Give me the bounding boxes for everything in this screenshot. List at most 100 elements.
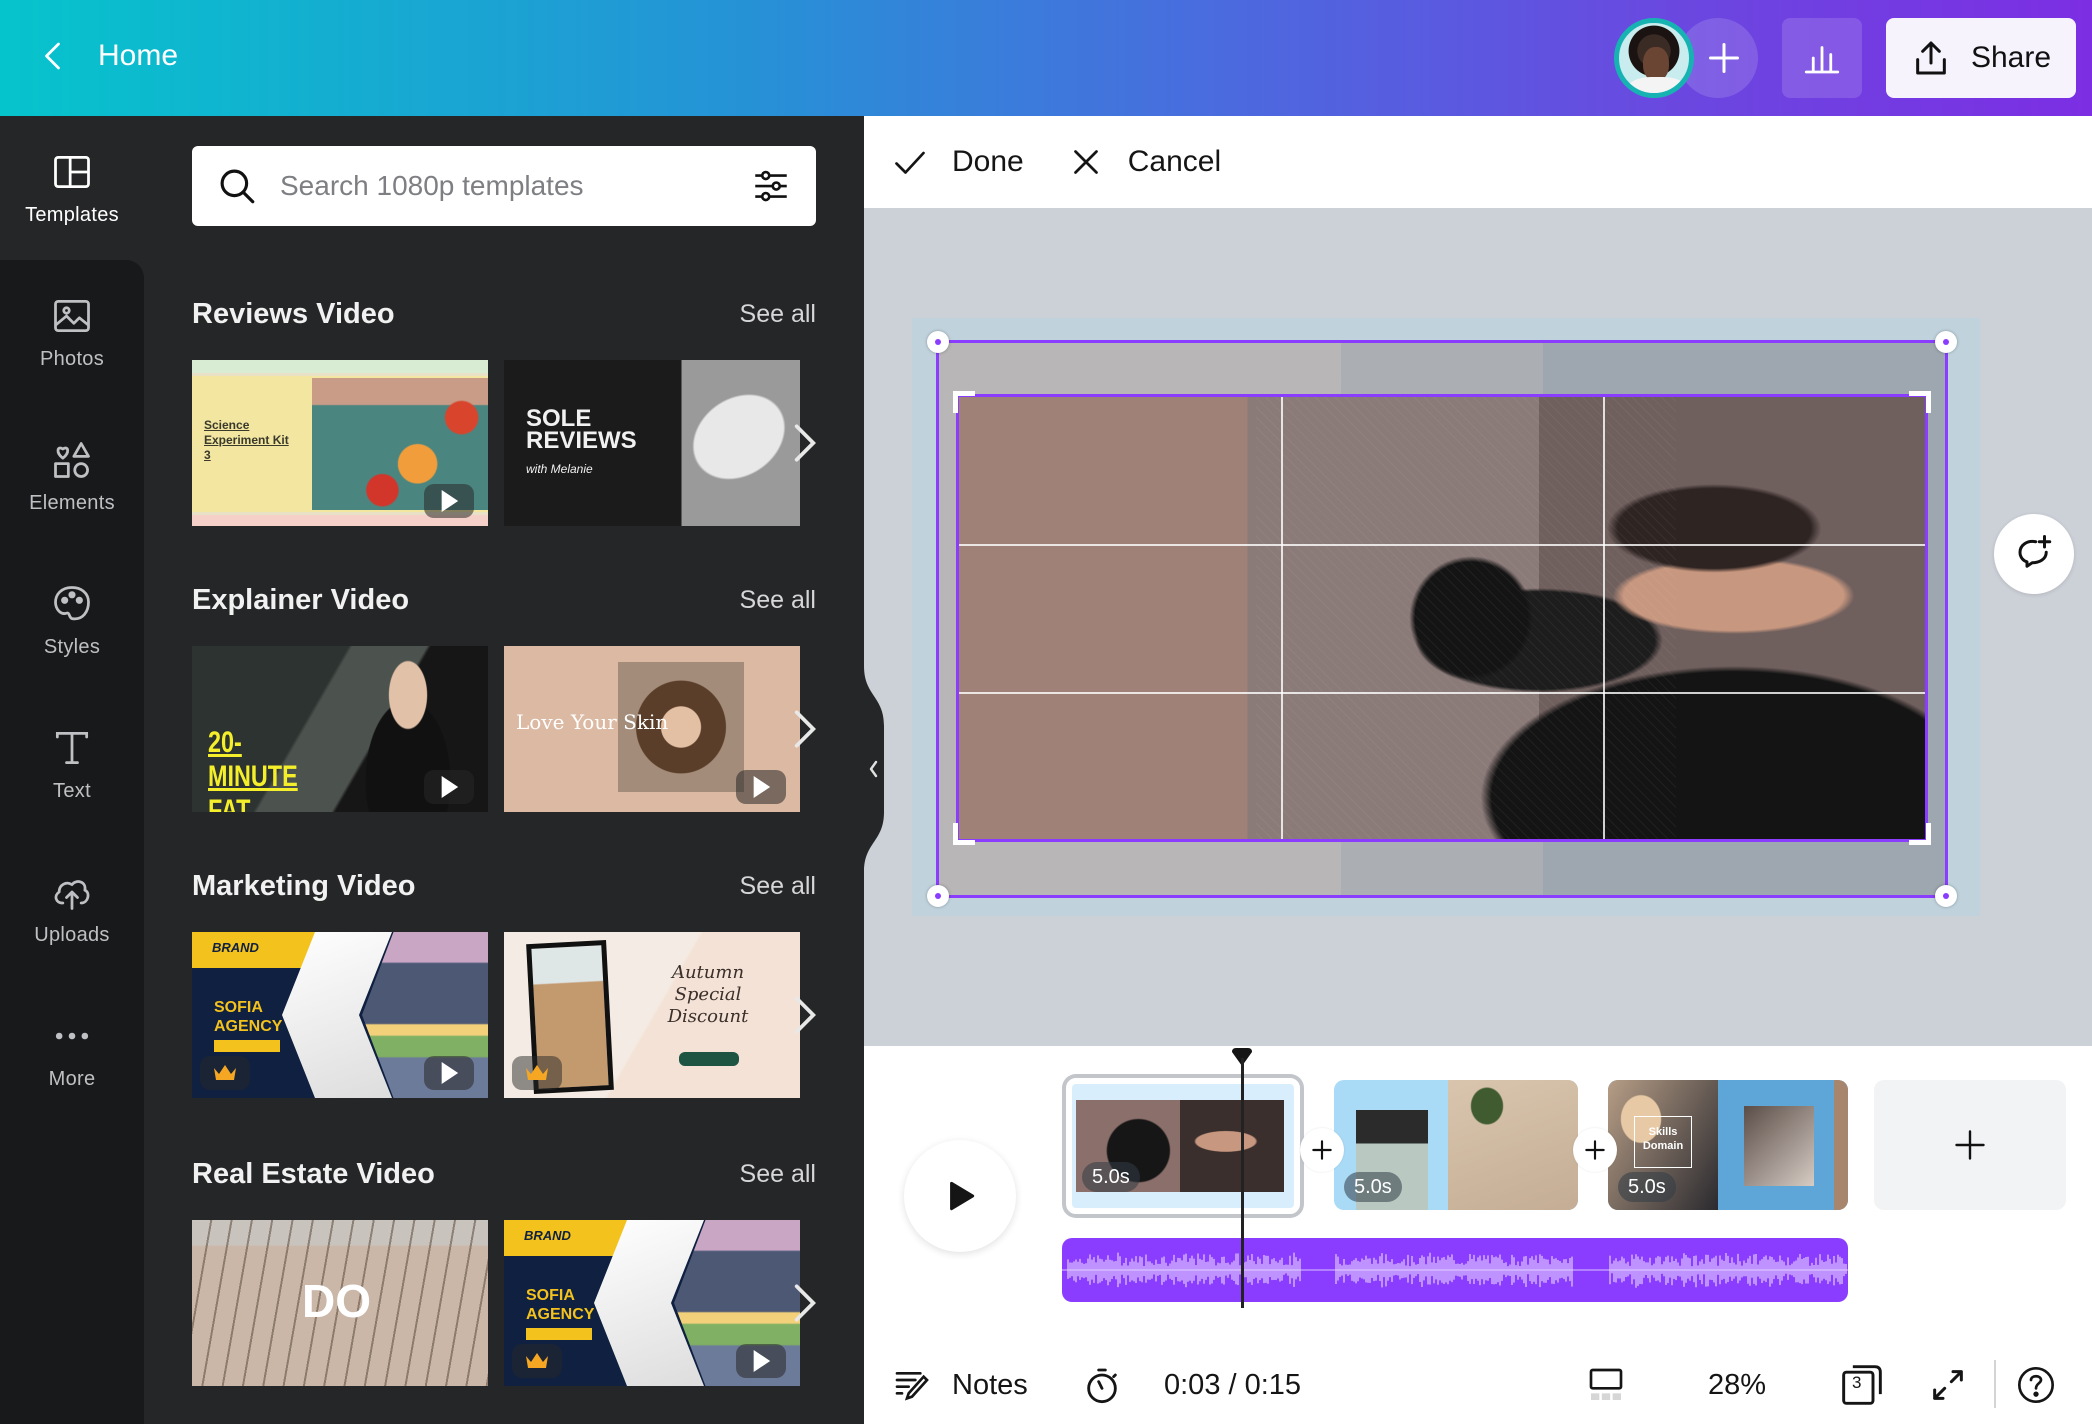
- chevron-left-icon: [45, 42, 60, 70]
- play-button[interactable]: [904, 1140, 1016, 1252]
- see-all-link[interactable]: See all: [740, 1160, 816, 1189]
- see-all-link[interactable]: See all: [740, 872, 816, 901]
- templates-panel: Reviews Video See all Science Experiment…: [144, 116, 864, 1424]
- rail-item-text[interactable]: Text: [0, 692, 144, 836]
- resize-handle-top-left[interactable]: [927, 331, 949, 353]
- template-section-reviews: Reviews Video See all Science Experiment…: [192, 290, 864, 526]
- notes-label: Notes: [952, 1368, 1028, 1401]
- timeline: 5.0s 5.0s Skills Domain 5.0s: [864, 1046, 2092, 1346]
- rail-item-more[interactable]: More: [0, 980, 144, 1124]
- thumb-title: Love Your Skin: [516, 710, 669, 734]
- template-thumbnail[interactable]: BRAND SOFIA AGENCY: [504, 1220, 800, 1386]
- rail-label: More: [48, 1067, 96, 1090]
- bar-chart-icon: [1804, 46, 1840, 74]
- rail-item-uploads[interactable]: Uploads: [0, 836, 144, 980]
- rail-item-elements[interactable]: Elements: [0, 404, 144, 548]
- playback-time: 0:03 / 0:15: [1164, 1346, 1301, 1424]
- chevron-right-icon[interactable]: [792, 418, 818, 468]
- add-transition-button[interactable]: [1573, 1128, 1617, 1172]
- thumb-title: Science Experiment Kit 3: [204, 418, 289, 462]
- help-button[interactable]: [2016, 1346, 2056, 1424]
- cloud-upload-icon: [54, 879, 90, 910]
- premium-badge: [512, 1344, 562, 1378]
- rail-label: Elements: [29, 491, 115, 514]
- audio-waveform: [1062, 1252, 1848, 1288]
- home-button[interactable]: Home: [36, 28, 178, 84]
- crop-handle-bottom-left[interactable]: [953, 823, 975, 845]
- see-all-link[interactable]: See all: [740, 300, 816, 329]
- search-input[interactable]: [280, 170, 750, 202]
- time-display: 0:03 / 0:15: [1164, 1368, 1302, 1401]
- crop-grid-line: [959, 691, 1925, 694]
- add-page-button[interactable]: [1874, 1080, 2066, 1210]
- add-transition-button[interactable]: [1300, 1128, 1344, 1172]
- stacked-pages-icon: [1842, 1365, 1882, 1405]
- chevron-right-icon[interactable]: [792, 704, 818, 754]
- collapse-panel-handle[interactable]: [864, 666, 890, 872]
- rail-item-photos[interactable]: Photos: [0, 260, 144, 404]
- crop-frame[interactable]: [953, 391, 1931, 845]
- thumb-brand: BRAND: [524, 1228, 571, 1243]
- help-question-icon: [2018, 1367, 2054, 1403]
- close-icon: [1073, 150, 1098, 174]
- thumb-title: SOFIA AGENCY: [214, 999, 283, 1035]
- share-label: Share: [1970, 41, 2052, 74]
- template-section-real-estate: Real Estate Video See all DO BRAND SOFIA…: [192, 1150, 864, 1386]
- template-thumbnail[interactable]: Autumn Special Discount: [504, 932, 800, 1098]
- thumb-title: DO: [302, 1275, 371, 1327]
- chevron-right-icon[interactable]: [792, 1278, 818, 1328]
- editor-area: Done Cancel 5.0s 5.0s Skills Domain 5.0s…: [864, 116, 2092, 1424]
- timeline-clip-2[interactable]: 5.0s: [1334, 1080, 1578, 1210]
- crop-handle-top-left[interactable]: [953, 391, 975, 413]
- resize-handle-top-right[interactable]: [1935, 331, 1957, 353]
- timeline-clip-3[interactable]: Skills Domain 5.0s: [1608, 1080, 1848, 1210]
- template-thumbnail[interactable]: SOLE REVIEWS with Melanie: [504, 360, 800, 526]
- template-thumbnail[interactable]: 20-MINUTE FAT BURNER: [192, 646, 488, 812]
- cancel-button[interactable]: Cancel: [1068, 144, 1221, 180]
- add-comment-button[interactable]: [1994, 514, 2074, 594]
- resize-handle-bottom-left[interactable]: [927, 885, 949, 907]
- template-thumbnail[interactable]: DO: [192, 1220, 488, 1386]
- video-badge: [424, 770, 474, 804]
- comment-add-icon: [2018, 535, 2052, 568]
- crop-handle-bottom-right[interactable]: [1909, 823, 1931, 845]
- user-avatar[interactable]: [1614, 18, 1694, 98]
- crop-handle-top-right[interactable]: [1909, 391, 1931, 413]
- zoom-level-button[interactable]: 28%: [1708, 1346, 1766, 1424]
- section-title: Explainer Video: [192, 583, 410, 616]
- template-thumbnail[interactable]: Science Experiment Kit 3: [192, 360, 488, 526]
- crop-grid-line: [959, 544, 1925, 547]
- notes-button[interactable]: Notes: [892, 1346, 1028, 1424]
- clip-thumbnail: [1448, 1080, 1578, 1210]
- thumb-title: Autumn Special Discount: [667, 962, 749, 1027]
- avatar-face: [1643, 47, 1669, 81]
- section-title: Real Estate Video: [192, 1157, 435, 1190]
- filter-sliders-icon[interactable]: [750, 165, 792, 207]
- timeline-clip-1[interactable]: 5.0s: [1066, 1078, 1300, 1214]
- template-thumbnail[interactable]: BRAND SOFIA AGENCY: [192, 932, 488, 1098]
- done-button[interactable]: Done: [892, 144, 1024, 180]
- crown-icon: [526, 1353, 548, 1368]
- playhead-line[interactable]: [1241, 1058, 1244, 1308]
- chevron-right-icon[interactable]: [792, 990, 818, 1040]
- share-button[interactable]: Share: [1886, 18, 2076, 98]
- clip-thumbnail: [1834, 1080, 1848, 1210]
- pages-button[interactable]: 3: [1840, 1346, 1884, 1424]
- see-all-link[interactable]: See all: [740, 586, 816, 615]
- premium-badge: [200, 1056, 250, 1090]
- cancel-label: Cancel: [1127, 145, 1222, 178]
- fullscreen-button[interactable]: [1928, 1346, 1968, 1424]
- rail-item-templates[interactable]: Templates: [0, 116, 144, 260]
- pages-icon: 3: [1840, 1363, 1884, 1407]
- video-badge: [424, 484, 474, 518]
- view-mode-button[interactable]: [1586, 1346, 1626, 1424]
- template-thumbnail[interactable]: Love Your Skin: [504, 646, 800, 812]
- timer-button[interactable]: [1082, 1346, 1122, 1424]
- resize-handle-bottom-right[interactable]: [1935, 885, 1957, 907]
- plus-icon: [1312, 1140, 1332, 1160]
- video-badge: [736, 770, 786, 804]
- insights-button[interactable]: [1782, 18, 1862, 98]
- rail-item-styles[interactable]: Styles: [0, 548, 144, 692]
- rail-label: Styles: [43, 635, 101, 658]
- audio-track[interactable]: [1062, 1238, 1848, 1302]
